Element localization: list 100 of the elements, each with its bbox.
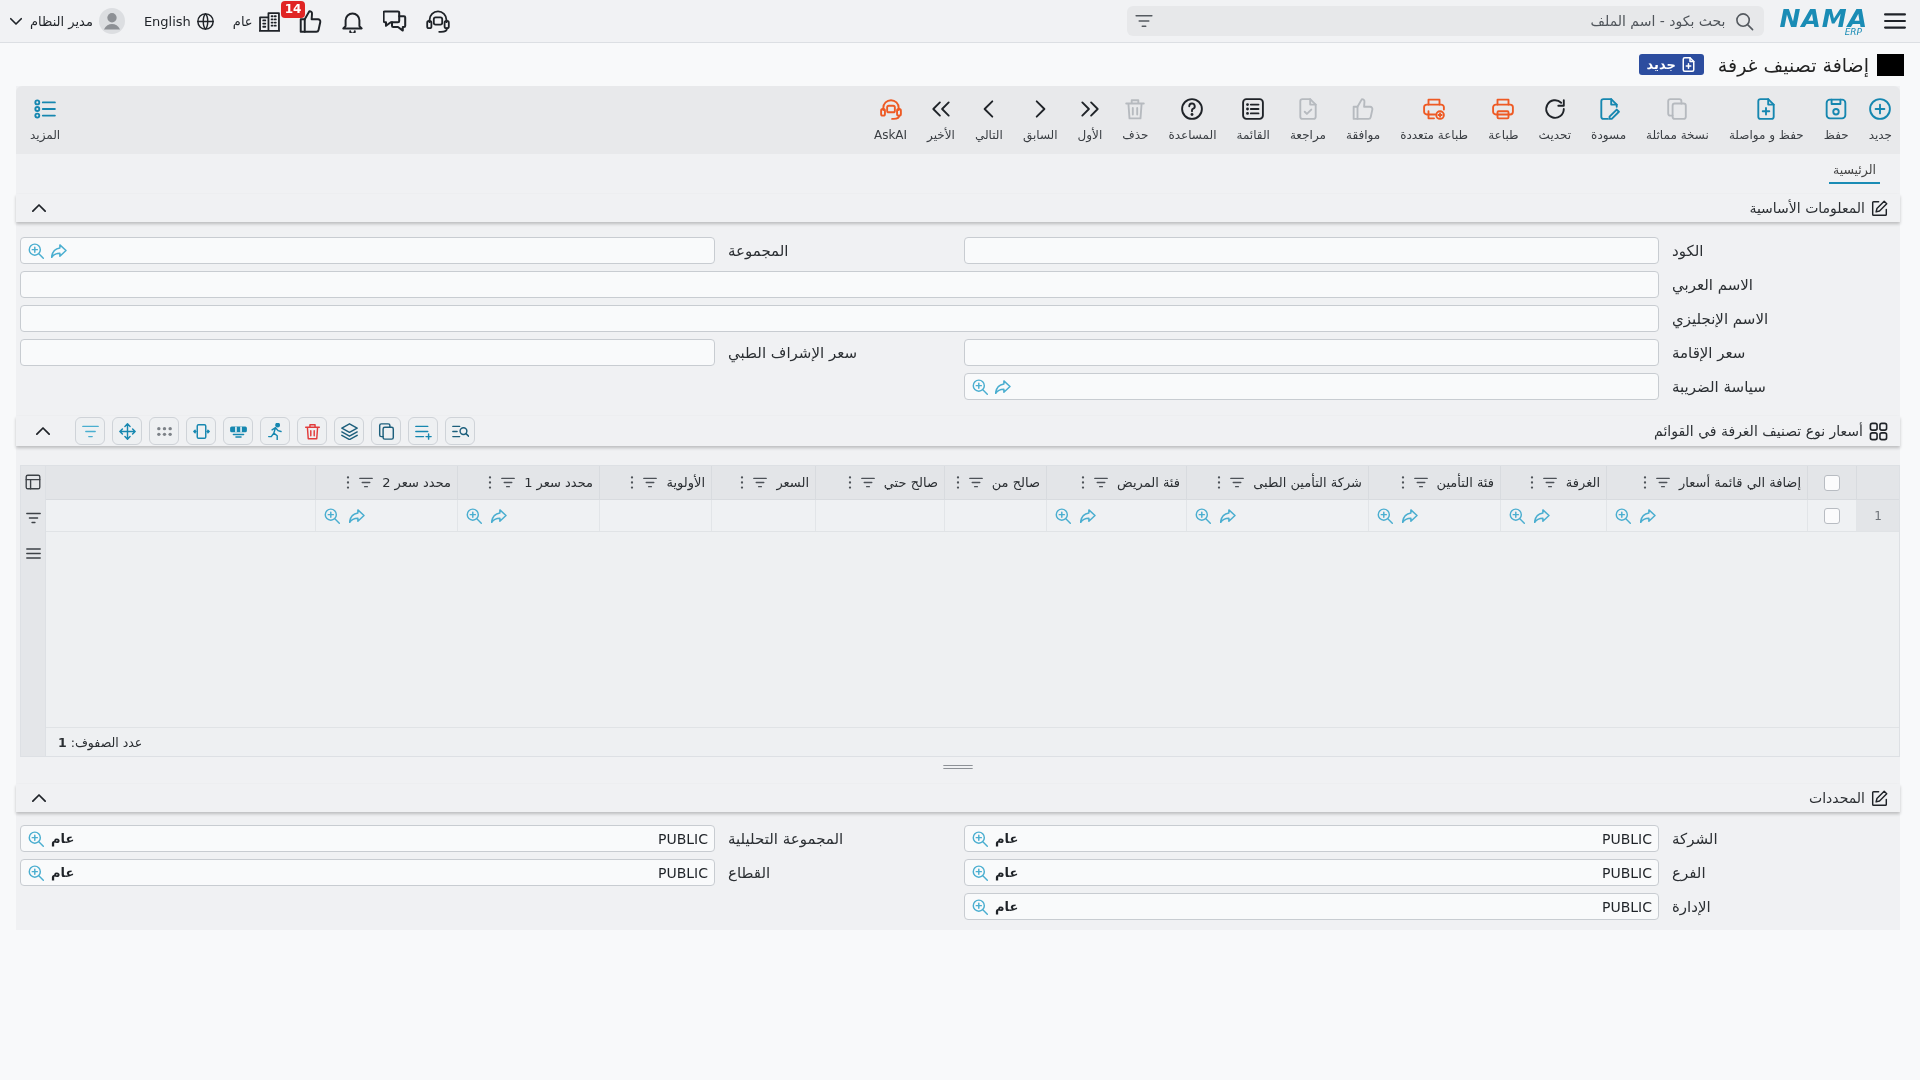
search-plus-icon[interactable] bbox=[28, 864, 45, 881]
filter-icon[interactable] bbox=[1093, 477, 1108, 488]
kebab-menu-icon[interactable] bbox=[488, 476, 493, 489]
new-button[interactable]: جديد bbox=[1862, 94, 1898, 146]
kebab-menu-icon[interactable] bbox=[346, 476, 351, 489]
search-plus-icon[interactable] bbox=[1377, 507, 1394, 524]
filter-icon[interactable] bbox=[1134, 14, 1153, 28]
filter-icon[interactable] bbox=[1656, 477, 1671, 488]
text-field[interactable] bbox=[964, 339, 1659, 366]
share-arrow-icon[interactable] bbox=[1220, 508, 1236, 523]
search-plus-icon[interactable] bbox=[972, 864, 989, 881]
more-button[interactable]: المزيد bbox=[24, 94, 67, 146]
kebab-menu-icon[interactable] bbox=[740, 476, 745, 489]
tool-button[interactable] bbox=[112, 417, 142, 445]
draft-button[interactable]: مسودة bbox=[1585, 94, 1633, 146]
filter-icon[interactable] bbox=[968, 477, 983, 488]
caret-up-icon[interactable] bbox=[36, 426, 50, 436]
filter-icon[interactable] bbox=[1542, 477, 1557, 488]
language-button[interactable]: English bbox=[143, 12, 214, 30]
first-button[interactable]: الأول bbox=[1071, 94, 1109, 146]
share-arrow-icon[interactable] bbox=[1534, 508, 1550, 523]
kebab-menu-icon[interactable] bbox=[1400, 476, 1405, 489]
save-button[interactable]: حفظ bbox=[1817, 94, 1855, 146]
user-menu-button[interactable]: مدير النظام bbox=[10, 8, 125, 34]
filter-icon[interactable] bbox=[359, 477, 374, 488]
text-field[interactable] bbox=[964, 237, 1659, 264]
share-arrow-icon[interactable] bbox=[1640, 508, 1656, 523]
multi-print-button[interactable]: طباعة متعددة bbox=[1394, 94, 1475, 146]
chat-bubbles-icon[interactable] bbox=[382, 9, 407, 33]
search-plus-icon[interactable] bbox=[466, 507, 483, 524]
share-arrow-icon[interactable] bbox=[349, 508, 365, 523]
search-plus-icon[interactable] bbox=[28, 242, 45, 259]
kebab-menu-icon[interactable] bbox=[955, 476, 960, 489]
filter-icon[interactable] bbox=[1230, 477, 1245, 488]
text-field[interactable] bbox=[20, 305, 1659, 332]
tool-button[interactable] bbox=[371, 417, 401, 445]
text-field[interactable] bbox=[20, 271, 1659, 298]
previous-button[interactable]: السابق bbox=[1016, 94, 1064, 146]
text-field[interactable] bbox=[20, 339, 715, 366]
help-button[interactable]: المساعدة bbox=[1162, 94, 1223, 146]
search-plus-icon[interactable] bbox=[1195, 507, 1212, 524]
kebab-menu-icon[interactable] bbox=[847, 476, 852, 489]
tool-button[interactable] bbox=[223, 417, 253, 445]
ask-ai-button[interactable]: AskAI bbox=[867, 94, 914, 146]
bell-icon[interactable] bbox=[340, 9, 364, 33]
last-button[interactable]: الأخير bbox=[921, 94, 961, 146]
tool-button[interactable] bbox=[334, 417, 364, 445]
tab[interactable]: الرئيسية bbox=[1828, 162, 1880, 184]
share-arrow-icon[interactable] bbox=[51, 243, 67, 258]
search-plus-icon[interactable] bbox=[1615, 507, 1632, 524]
share-arrow-icon[interactable] bbox=[995, 379, 1011, 394]
column-header: إضافة الي قائمة أسعار bbox=[1679, 475, 1801, 490]
field-label: الفرع bbox=[1672, 863, 1707, 882]
tool-button[interactable] bbox=[445, 417, 475, 445]
file-pencil-icon bbox=[1597, 98, 1620, 120]
tool-button[interactable] bbox=[408, 417, 438, 445]
list-button[interactable]: القائمة bbox=[1230, 94, 1276, 146]
print-button[interactable]: طباعة bbox=[1482, 94, 1525, 146]
refresh-button[interactable]: تحديث bbox=[1532, 94, 1578, 146]
search-plus-icon[interactable] bbox=[972, 378, 989, 395]
share-arrow-icon[interactable] bbox=[1080, 508, 1096, 523]
filter-icon[interactable] bbox=[860, 477, 875, 488]
kebab-menu-icon[interactable] bbox=[1080, 476, 1085, 489]
search-plus-icon[interactable] bbox=[324, 507, 341, 524]
search-plus-icon[interactable] bbox=[972, 830, 989, 847]
lookup-field[interactable] bbox=[964, 373, 1659, 400]
filter-icon[interactable] bbox=[753, 477, 768, 488]
filter-icon[interactable] bbox=[501, 477, 516, 488]
tool-button[interactable] bbox=[149, 417, 179, 445]
filter-icon[interactable] bbox=[643, 477, 658, 488]
menu-icon[interactable] bbox=[25, 546, 41, 561]
tool-button[interactable] bbox=[186, 417, 216, 445]
globe-icon bbox=[196, 12, 214, 30]
select-all-checkbox[interactable] bbox=[1824, 474, 1840, 491]
search-field[interactable]: بحث بكود - اسم الملف bbox=[1126, 6, 1764, 36]
headset-icon[interactable] bbox=[425, 9, 450, 33]
caret-up-icon[interactable] bbox=[32, 793, 46, 803]
filter-icon[interactable] bbox=[25, 512, 41, 524]
kebab-menu-icon[interactable] bbox=[1643, 476, 1648, 489]
search-plus-icon[interactable] bbox=[1509, 507, 1526, 524]
company-button[interactable]: عام bbox=[232, 10, 280, 32]
search-plus-icon[interactable] bbox=[28, 830, 45, 847]
help-icon bbox=[1181, 98, 1204, 120]
tool-button[interactable] bbox=[260, 417, 290, 445]
search-plus-icon[interactable] bbox=[972, 898, 989, 915]
caret-up-icon[interactable] bbox=[32, 203, 46, 213]
kebab-menu-icon[interactable] bbox=[1529, 476, 1534, 489]
kebab-menu-icon[interactable] bbox=[1217, 476, 1222, 489]
lookup-field[interactable] bbox=[20, 237, 715, 264]
search-plus-icon[interactable] bbox=[1055, 507, 1072, 524]
tool-button[interactable] bbox=[297, 417, 327, 445]
share-arrow-icon[interactable] bbox=[1402, 508, 1418, 523]
share-arrow-icon[interactable] bbox=[491, 508, 507, 523]
menu-icon[interactable] bbox=[1884, 10, 1906, 32]
save-and-continue-button[interactable]: حفظ و مواصلة bbox=[1722, 94, 1810, 146]
next-button[interactable]: التالي bbox=[968, 94, 1009, 146]
row-checkbox[interactable] bbox=[1824, 507, 1840, 524]
kebab-menu-icon[interactable] bbox=[630, 476, 635, 489]
filter-icon[interactable] bbox=[1413, 477, 1428, 488]
table-icon[interactable] bbox=[25, 474, 41, 490]
